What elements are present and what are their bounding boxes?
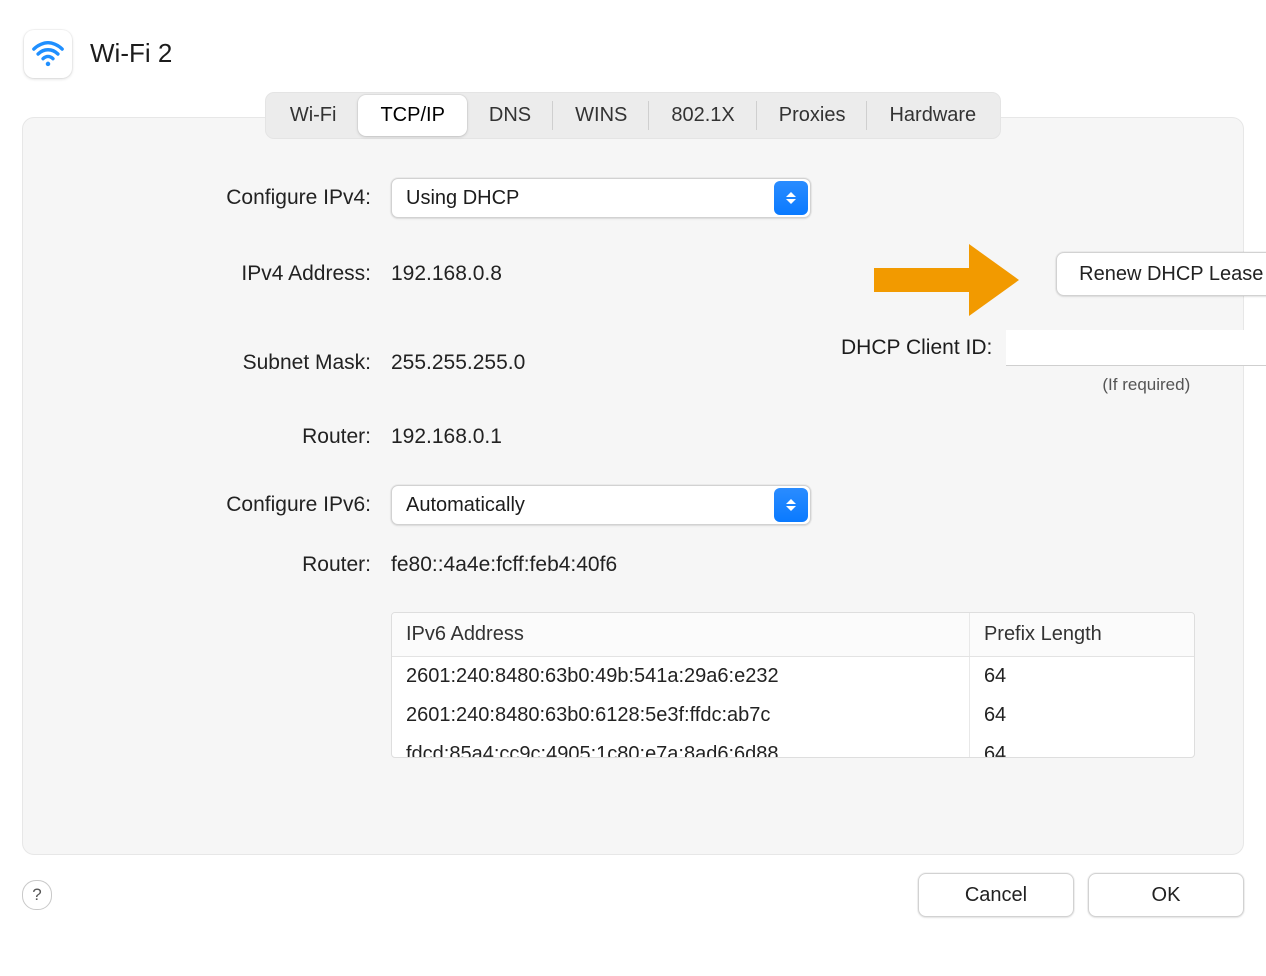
configure-ipv4-value: Using DHCP <box>391 178 811 218</box>
select-caret-icon <box>774 181 808 215</box>
ipv6-address-table[interactable]: IPv6 Address Prefix Length 2601:240:8480… <box>391 612 1195 758</box>
th-ipv6-address: IPv6 Address <box>392 613 969 657</box>
value-router-ipv6: fe80::4a4e:fcff:feb4:40f6 <box>391 551 1195 579</box>
renew-dhcp-lease-button[interactable]: Renew DHCP Lease <box>1056 252 1266 296</box>
tab-hardware[interactable]: Hardware <box>867 95 998 136</box>
configure-ipv6-select[interactable]: Automatically <box>391 485 811 525</box>
cell-ipv6-address: fdcd:85a4:cc9c:4905:1c80:e7a:8ad6:6d88 <box>392 735 969 757</box>
wifi-icon <box>24 30 72 78</box>
tab-wi-fi[interactable]: Wi-Fi <box>268 95 359 136</box>
configure-ipv6-value: Automatically <box>391 485 811 525</box>
tab-wins[interactable]: WINS <box>553 95 649 136</box>
value-ipv4-address: 192.168.0.8 <box>391 260 821 288</box>
value-subnet-mask: 255.255.255.0 <box>391 349 821 377</box>
table-row[interactable]: 2601:240:8480:63b0:6128:5e3f:ffdc:ab7c64 <box>392 696 1194 735</box>
tab-dns[interactable]: DNS <box>467 95 553 136</box>
cell-ipv6-address: 2601:240:8480:63b0:6128:5e3f:ffdc:ab7c <box>392 696 969 735</box>
label-router-ipv6: Router: <box>71 551 371 579</box>
label-configure-ipv4: Configure IPv4: <box>71 184 371 212</box>
label-dhcp-client-id: DHCP Client ID: <box>841 334 992 362</box>
configure-ipv4-select[interactable]: Using DHCP <box>391 178 811 218</box>
arrow-annotation-icon <box>874 244 1044 304</box>
cell-prefix-length: 64 <box>969 696 1194 735</box>
tab-bar: Wi-FiTCP/IPDNSWINS802.1XProxiesHardware <box>265 92 1001 139</box>
hint-if-required: (If required) <box>1006 374 1266 397</box>
table-row[interactable]: fdcd:85a4:cc9c:4905:1c80:e7a:8ad6:6d8864 <box>392 735 1194 757</box>
label-configure-ipv6: Configure IPv6: <box>71 491 371 519</box>
tab-tcp-ip[interactable]: TCP/IP <box>358 95 466 136</box>
tab-802-1x[interactable]: 802.1X <box>649 95 756 136</box>
value-router: 192.168.0.1 <box>391 423 821 451</box>
label-ipv4-address: IPv4 Address: <box>71 260 371 288</box>
settings-panel: Configure IPv4: Using DHCP IPv4 Address:… <box>22 117 1244 855</box>
label-subnet-mask: Subnet Mask: <box>71 349 371 377</box>
ok-button[interactable]: OK <box>1088 873 1244 917</box>
page-title: Wi-Fi 2 <box>90 36 172 71</box>
dhcp-client-id-input[interactable] <box>1006 330 1266 366</box>
help-button[interactable]: ? <box>22 880 52 910</box>
label-router: Router: <box>71 423 371 451</box>
cell-prefix-length: 64 <box>969 656 1194 696</box>
cell-prefix-length: 64 <box>969 735 1194 757</box>
table-row[interactable]: 2601:240:8480:63b0:49b:541a:29a6:e23264 <box>392 656 1194 696</box>
select-caret-icon <box>774 488 808 522</box>
header: Wi-Fi 2 <box>24 30 1244 78</box>
th-prefix-length: Prefix Length <box>969 613 1194 657</box>
tab-proxies[interactable]: Proxies <box>757 95 868 136</box>
cell-ipv6-address: 2601:240:8480:63b0:49b:541a:29a6:e232 <box>392 656 969 696</box>
cancel-button[interactable]: Cancel <box>918 873 1074 917</box>
